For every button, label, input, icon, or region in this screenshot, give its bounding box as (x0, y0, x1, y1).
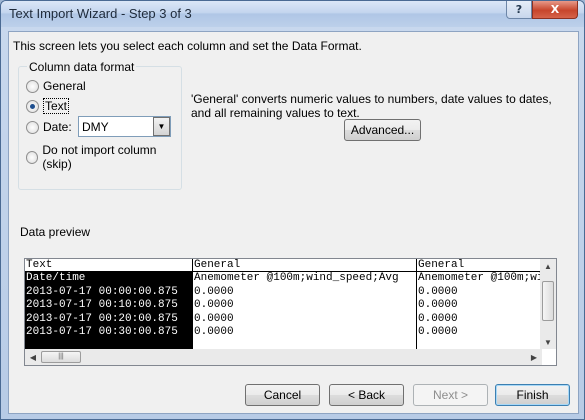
column-header[interactable]: General (417, 259, 542, 272)
preview-cell: Date/time (26, 272, 86, 284)
radio-label-skip: Do not import column (skip) (42, 143, 157, 171)
radio-button-selected[interactable] (26, 99, 39, 113)
next-button-label: Next > (432, 388, 468, 402)
radio-label-text: Text (43, 98, 70, 114)
finish-button-label: Finish (516, 388, 549, 402)
help-icon: ? (515, 3, 523, 16)
radio-button[interactable] (26, 150, 39, 164)
help-button[interactable]: ? (506, 1, 532, 19)
column-header[interactable]: General (193, 259, 416, 272)
horizontal-scrollbar[interactable]: ◀ ||| ▶ (25, 349, 542, 365)
preview-cell: 0.0000 (194, 299, 234, 311)
preview-cell: 2013-07-17 00:20:00.875 (26, 312, 178, 325)
preview-cell: Anemometer @100m;wi (418, 272, 542, 284)
column-data-format-group: Column data format General Text Date: DM… (18, 60, 182, 190)
group-legend: Column data format (27, 60, 137, 74)
data-preview-grid[interactable]: Text Date/time 2013-07-17 00:00:00.875 2… (24, 258, 557, 366)
radio-general[interactable]: General (26, 79, 86, 93)
radio-button[interactable] (26, 79, 39, 93)
back-button[interactable]: < Back (329, 384, 404, 406)
radio-skip[interactable]: Do not import column (skip) (26, 143, 181, 171)
cancel-button-label: Cancel (263, 388, 302, 402)
back-button-label: < Back (347, 388, 386, 402)
radio-button[interactable] (26, 120, 39, 134)
close-icon: X (550, 3, 560, 16)
title-bar: Text Import Wizard - Step 3 of 3 ? X (1, 1, 584, 27)
preview-cell: 0.0000 (194, 312, 234, 325)
preview-cell: 0.0000 (418, 285, 458, 298)
data-preview-label: Data preview (20, 225, 91, 239)
preview-cell: Anemometer @100m;wind_speed;Avg (194, 272, 399, 284)
finish-button[interactable]: Finish (495, 384, 570, 406)
preview-cell: 2013-07-17 00:00:00.875 (26, 285, 178, 298)
date-format-dropdown[interactable]: DMY ▼ (78, 116, 171, 137)
preview-cell: 0.0000 (418, 299, 458, 311)
advanced-button-label: Advanced... (350, 123, 415, 137)
preview-columns: Text Date/time 2013-07-17 00:00:00.875 2… (25, 259, 542, 349)
preview-cell: 0.0000 (418, 312, 458, 325)
intro-text: This screen lets you select each column … (13, 39, 362, 53)
horizontal-scroll-thumb[interactable]: ||| (41, 351, 81, 363)
preview-cell: 2013-07-17 00:30:00.875 (26, 326, 178, 338)
preview-column-3[interactable]: General Anemometer @100m;wi 0.0000 0.000… (417, 259, 542, 349)
radio-label-date: Date: (43, 120, 72, 134)
preview-column-2[interactable]: General Anemometer @100m;wind_speed;Avg … (193, 259, 417, 349)
scroll-right-icon[interactable]: ▶ (527, 350, 541, 364)
format-description: 'General' converts numeric values to num… (191, 92, 552, 120)
close-button[interactable]: X (532, 1, 578, 19)
scroll-up-icon[interactable]: ▲ (541, 259, 555, 273)
scroll-left-icon[interactable]: ◀ (26, 350, 40, 364)
preview-cell: 0.0000 (418, 326, 458, 338)
chevron-down-icon[interactable]: ▼ (153, 117, 170, 136)
advanced-button[interactable]: Advanced... (344, 119, 421, 141)
radio-label-general: General (43, 79, 86, 93)
radio-date[interactable]: Date: (26, 120, 72, 134)
preview-cell: 0.0000 (194, 285, 234, 298)
wizard-body: This screen lets you select each column … (8, 31, 579, 414)
scroll-down-icon[interactable]: ▼ (541, 335, 555, 349)
preview-cell: 2013-07-17 00:10:00.875 (26, 299, 178, 311)
date-format-value: DMY (82, 120, 109, 134)
cancel-button[interactable]: Cancel (245, 384, 320, 406)
vertical-scrollbar[interactable]: ▲ ▼ (540, 259, 556, 349)
window-title: Text Import Wizard - Step 3 of 3 (9, 6, 192, 21)
column-header[interactable]: Text (25, 259, 192, 272)
preview-cell: 0.0000 (194, 326, 234, 338)
preview-column-1[interactable]: Text Date/time 2013-07-17 00:00:00.875 2… (25, 259, 193, 349)
radio-text[interactable]: Text (26, 98, 70, 114)
next-button: Next > (413, 384, 488, 406)
text-import-wizard-window: Text Import Wizard - Step 3 of 3 ? X Thi… (0, 0, 585, 420)
vertical-scroll-thumb[interactable] (542, 281, 554, 321)
